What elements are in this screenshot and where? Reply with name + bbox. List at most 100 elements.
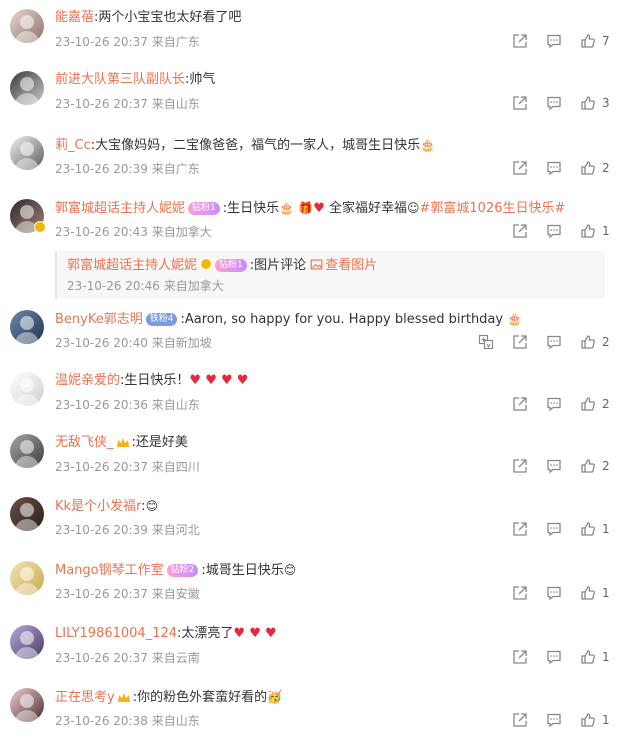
like-button[interactable]: 2 <box>580 396 612 412</box>
like-count: 3 <box>602 96 610 110</box>
comment-button[interactable] <box>546 160 562 176</box>
like-count: 2 <box>602 459 610 473</box>
share-button[interactable] <box>512 160 528 176</box>
avatar[interactable] <box>10 434 44 468</box>
username-link[interactable]: 前进大队第三队副队长 <box>55 72 185 87</box>
like-button[interactable]: 1 <box>580 585 612 601</box>
heart-emoji: ♥ ♥ ♥ ♥ <box>189 373 249 388</box>
like-button[interactable]: 2 <box>580 160 612 176</box>
location: 来自广东 <box>151 162 200 176</box>
comment-button[interactable] <box>546 458 562 474</box>
share-button[interactable] <box>512 95 528 111</box>
username-link[interactable]: 正在思考y <box>55 690 115 705</box>
like-button[interactable]: 1 <box>580 521 612 537</box>
thumbs-up-icon <box>581 96 595 110</box>
username-link[interactable]: 无敌飞侠_ <box>55 435 114 450</box>
comment-button[interactable] <box>546 649 562 665</box>
comment-content: 前进大队第三队副队长:帅气 <box>55 71 618 89</box>
comment-icon <box>547 397 561 412</box>
comment-icon <box>547 96 561 111</box>
share-icon <box>513 397 527 411</box>
comment-button[interactable] <box>546 334 562 350</box>
timestamp: 23-10-26 20:37 <box>55 35 148 49</box>
translate-button[interactable] <box>478 334 494 350</box>
username-link[interactable]: Kk是个小发福r <box>55 499 141 514</box>
comment-button[interactable] <box>546 33 562 49</box>
share-button[interactable] <box>512 33 528 49</box>
avatar[interactable] <box>10 136 44 170</box>
username-link[interactable]: 莉_Cc <box>55 138 91 153</box>
avatar[interactable] <box>10 497 44 531</box>
avatar[interactable] <box>10 9 44 43</box>
username-link[interactable]: LILY19861004_124 <box>55 626 177 641</box>
like-button[interactable]: 1 <box>580 223 612 239</box>
share-button[interactable] <box>512 334 528 350</box>
timestamp: 23-10-26 20:37 <box>55 651 148 665</box>
thumbs-up-icon <box>581 161 595 175</box>
comment-icon <box>547 224 561 239</box>
thumbs-up-icon <box>581 335 595 349</box>
gift-emoji: 🎁 <box>298 201 314 215</box>
heart-emoji: ♥ <box>313 201 325 216</box>
username-link[interactable]: 温妮亲爱的 <box>55 373 120 388</box>
comment-content: 能嘉蓓:两个小宝宝也太好看了吧 <box>55 9 618 27</box>
comment-text-2: 全家福好幸福 <box>328 201 407 216</box>
comment-item: 能嘉蓓:两个小宝宝也太好看了吧 23-10-26 20:37 来自广东 7 <box>0 9 626 59</box>
comment-button[interactable] <box>546 585 562 601</box>
like-button[interactable]: 3 <box>580 95 612 111</box>
share-button[interactable] <box>512 396 528 412</box>
fan-badge[interactable]: 铁粉4 <box>145 313 178 326</box>
topic-link[interactable]: #郭富城1026生日快乐# <box>420 201 566 216</box>
username-link[interactable]: 郭富城超话主持人妮妮 <box>55 201 185 216</box>
fan-badge[interactable]: 钻粉1 <box>188 202 220 215</box>
view-picture-link[interactable]: 查看图片 <box>325 258 377 273</box>
username-link[interactable]: 能嘉蓓 <box>55 10 94 25</box>
comment-item: 温妮亲爱的:生日快乐！♥ ♥ ♥ ♥ 23-10-26 20:36 来自山东 2 <box>0 372 626 422</box>
like-button[interactable]: 1 <box>580 712 612 728</box>
comment-button[interactable] <box>546 712 562 728</box>
comment-item: 正在思考y:你的粉色外套蛮好看的🥳 23-10-26 20:38 来自山东 1 <box>0 688 626 738</box>
fan-badge[interactable]: 钻粉1 <box>215 259 247 272</box>
share-button[interactable] <box>512 712 528 728</box>
comment-button[interactable] <box>546 521 562 537</box>
comment-button[interactable] <box>546 396 562 412</box>
comment-actions: 1 <box>494 647 612 667</box>
comment-meta: 23-10-26 20:37 来自云南 <box>55 650 200 666</box>
username-link[interactable]: BenyKe郭志明 <box>55 312 143 327</box>
comment-actions: 3 <box>494 93 612 113</box>
share-button[interactable] <box>512 585 528 601</box>
comment-actions: 2 <box>494 456 612 476</box>
like-button[interactable]: 2 <box>580 334 612 350</box>
comment-button[interactable] <box>546 95 562 111</box>
avatar[interactable] <box>10 71 44 105</box>
comment-meta: 23-10-26 20:37 来自四川 <box>55 459 200 475</box>
avatar[interactable] <box>10 561 44 595</box>
comment-content: Mango钢琴工作室 钻粉2:城哥生日快乐😊 <box>55 561 618 580</box>
comment-list: 能嘉蓓:两个小宝宝也太好看了吧 23-10-26 20:37 来自广东 7 前进… <box>0 0 626 744</box>
thumbs-up-icon <box>581 34 595 48</box>
like-button[interactable]: 2 <box>580 458 612 474</box>
share-button[interactable] <box>512 458 528 474</box>
username-link[interactable]: Mango钢琴工作室 <box>55 563 164 578</box>
fan-badge[interactable]: 钻粉2 <box>166 564 199 577</box>
thumbs-up-icon <box>581 397 595 411</box>
like-count: 1 <box>602 650 610 664</box>
like-button[interactable]: 1 <box>580 649 612 665</box>
comment-item: Kk是个小发福r:😊 23-10-26 20:39 来自河北 1 <box>0 497 626 547</box>
share-button[interactable] <box>512 521 528 537</box>
location: 来自河北 <box>151 523 200 537</box>
avatar[interactable] <box>10 372 44 406</box>
comment-button[interactable] <box>546 223 562 239</box>
avatar[interactable] <box>10 310 44 344</box>
comment-actions: 2 <box>460 332 612 352</box>
verified-icon <box>34 221 46 233</box>
share-button[interactable] <box>512 649 528 665</box>
avatar[interactable] <box>10 688 44 722</box>
avatar[interactable] <box>10 625 44 659</box>
reply-username-link[interactable]: 郭富城超话主持人妮妮 <box>67 258 197 273</box>
comment-content: BenyKe郭志明 铁粉4:Aaron, so happy for you. Ha… <box>55 310 618 329</box>
location: 来自山东 <box>151 398 200 412</box>
comment-actions: 1 <box>494 710 612 730</box>
like-button[interactable]: 7 <box>580 33 612 49</box>
share-button[interactable] <box>512 223 528 239</box>
